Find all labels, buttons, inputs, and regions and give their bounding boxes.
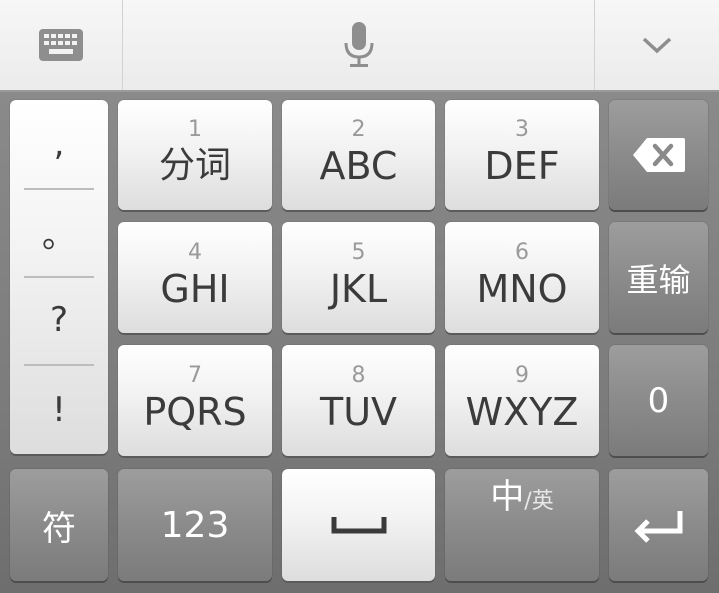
keyboard-switch-button[interactable] — [0, 0, 122, 90]
collapse-keyboard-button[interactable] — [595, 0, 719, 90]
key-number: 8 — [351, 362, 366, 388]
punct-period[interactable]: 。 — [10, 188, 108, 276]
voice-input-button[interactable] — [123, 0, 594, 90]
key-number: 5 — [351, 239, 366, 265]
numbers-label: 123 — [160, 504, 230, 546]
lang-main-label: 中 — [490, 477, 525, 517]
symbols-key[interactable]: 符 — [10, 469, 108, 581]
key-label: ABC — [319, 144, 398, 188]
key-3-def[interactable]: 3 DEF — [445, 100, 599, 210]
lang-separator: / — [524, 489, 532, 514]
key-label: PQRS — [143, 389, 247, 434]
key-5-jkl[interactable]: 5 JKL — [282, 222, 435, 333]
key-label: TUV — [319, 389, 398, 434]
numbers-key[interactable]: 123 — [118, 469, 272, 581]
key-2-abc[interactable]: 2 ABC — [282, 100, 435, 210]
key-1-segment[interactable]: 1 分词 — [118, 100, 272, 210]
microphone-icon — [344, 22, 373, 67]
key-label: GHI — [160, 266, 230, 311]
space-key[interactable] — [282, 469, 435, 581]
keyboard-icon — [39, 29, 83, 61]
key-number: 4 — [188, 239, 202, 265]
key-9-wxyz[interactable]: 9 WXYZ — [445, 345, 599, 456]
punct-question[interactable]: ? — [10, 276, 108, 364]
key-number: 7 — [188, 362, 202, 388]
reenter-key[interactable]: 重输 — [609, 222, 708, 333]
punct-exclamation[interactable]: ! — [10, 366, 108, 454]
zero-key[interactable]: 0 — [609, 345, 708, 456]
enter-icon — [633, 511, 682, 543]
reenter-label: 重输 — [626, 260, 691, 299]
space-icon — [331, 517, 386, 534]
key-8-tuv[interactable]: 8 TUV — [282, 345, 435, 456]
key-number: 9 — [515, 362, 529, 388]
backspace-key[interactable] — [609, 100, 708, 210]
key-4-ghi[interactable]: 4 GHI — [118, 222, 272, 333]
enter-key[interactable] — [609, 469, 708, 581]
key-7-pqrs[interactable]: 7 PQRS — [118, 345, 272, 456]
key-number: 1 — [188, 117, 202, 142]
punct-comma[interactable]: , — [10, 100, 108, 188]
key-number: 2 — [351, 117, 366, 142]
zero-label: 0 — [647, 380, 670, 421]
key-number: 6 — [515, 239, 529, 265]
language-switch-key[interactable]: 中 / 英 — [445, 469, 599, 581]
key-label: DEF — [484, 144, 560, 188]
key-number: 3 — [515, 117, 529, 142]
key-label: JKL — [329, 266, 388, 311]
key-label: 分词 — [158, 145, 231, 186]
punctuation-panel: , 。 ? ! — [10, 100, 108, 454]
backspace-icon — [632, 138, 685, 172]
keyboard-toolbar — [0, 0, 719, 92]
key-6-mno[interactable]: 6 MNO — [445, 222, 599, 333]
lang-alt-label: 英 — [531, 489, 554, 514]
key-label: WXYZ — [465, 389, 579, 434]
key-label: MNO — [476, 266, 568, 311]
chevron-down-icon — [642, 37, 672, 54]
symbols-label: 符 — [42, 508, 76, 549]
